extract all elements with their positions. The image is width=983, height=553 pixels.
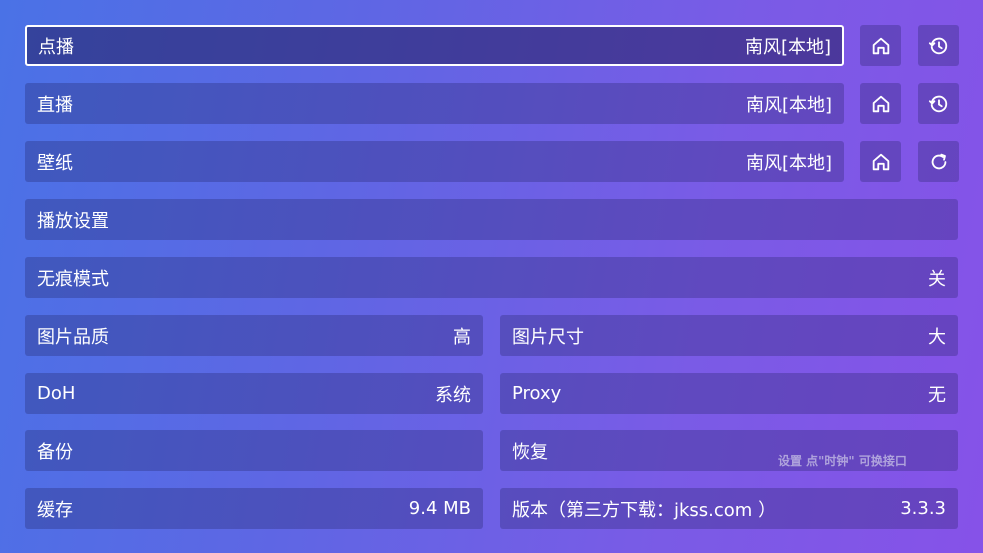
live-label: 直播	[37, 94, 73, 116]
image-quality-value: 高	[453, 326, 471, 348]
backup-label: 备份	[37, 441, 73, 463]
home-icon	[872, 153, 889, 170]
version-value: 3.3.3	[900, 498, 946, 519]
image-size-label: 图片尺寸	[512, 326, 584, 348]
restore-label: 恢复	[512, 441, 548, 463]
cache-label: 缓存	[37, 499, 73, 521]
wallpaper-label: 壁纸	[37, 152, 73, 174]
proxy-button[interactable]: Proxy 无	[500, 373, 958, 414]
image-quality-label: 图片品质	[37, 326, 109, 348]
backup-button[interactable]: 备份	[25, 430, 483, 471]
history-icon	[928, 95, 947, 112]
live-home-button[interactable]	[860, 83, 901, 124]
image-row: 图片品质 高 图片尺寸 大	[25, 315, 958, 356]
doh-button[interactable]: DoH 系统	[25, 373, 483, 414]
incognito-row: 无痕模式 关	[25, 257, 958, 298]
image-quality-button[interactable]: 图片品质 高	[25, 315, 483, 356]
wallpaper-row: 壁纸 南风[本地]	[25, 141, 844, 182]
playback-settings-button[interactable]: 播放设置	[25, 199, 958, 240]
home-icon	[872, 95, 889, 112]
vod-home-button[interactable]	[860, 25, 901, 66]
cache-button[interactable]: 缓存 9.4 MB	[25, 488, 483, 529]
refresh-icon	[931, 153, 946, 169]
image-size-button[interactable]: 图片尺寸 大	[500, 315, 958, 356]
incognito-value: 关	[928, 268, 946, 290]
version-label: 版本（第三方下载：jkss.com ）	[512, 499, 777, 521]
doh-label: DoH	[37, 383, 76, 404]
history-icon	[928, 37, 947, 54]
wallpaper-home-button[interactable]	[860, 141, 901, 182]
network-row: DoH 系统 Proxy 无	[25, 373, 958, 414]
live-value: 南风[本地]	[745, 94, 832, 116]
live-source-button[interactable]: 直播 南风[本地]	[25, 83, 844, 124]
wallpaper-value: 南风[本地]	[745, 152, 832, 174]
wallpaper-refresh-button[interactable]	[918, 141, 959, 182]
cache-value: 9.4 MB	[408, 498, 471, 519]
info-row: 缓存 9.4 MB 版本（第三方下载：jkss.com ） 3.3.3	[25, 488, 958, 529]
home-icon	[872, 37, 889, 54]
vod-source-button[interactable]: 点播 南风[本地]	[25, 25, 844, 66]
vod-history-button[interactable]	[918, 25, 959, 66]
playback-label: 播放设置	[37, 210, 109, 232]
vod-row: 点播 南风[本地]	[25, 25, 844, 66]
live-row: 直播 南风[本地]	[25, 83, 844, 124]
vod-label: 点播	[38, 36, 74, 58]
doh-value: 系统	[435, 384, 471, 406]
proxy-value: 无	[928, 384, 946, 406]
playback-row: 播放设置	[25, 199, 958, 240]
version-button[interactable]: 版本（第三方下载：jkss.com ） 3.3.3	[500, 488, 958, 529]
incognito-label: 无痕模式	[37, 268, 109, 290]
live-history-button[interactable]	[918, 83, 959, 124]
proxy-label: Proxy	[512, 383, 562, 404]
clock-hint-text: 设置 点"时钟" 可换接口	[778, 454, 907, 468]
image-size-value: 大	[928, 326, 946, 348]
wallpaper-source-button[interactable]: 壁纸 南风[本地]	[25, 141, 844, 182]
incognito-toggle[interactable]: 无痕模式 关	[25, 257, 958, 298]
vod-value: 南风[本地]	[744, 36, 831, 58]
